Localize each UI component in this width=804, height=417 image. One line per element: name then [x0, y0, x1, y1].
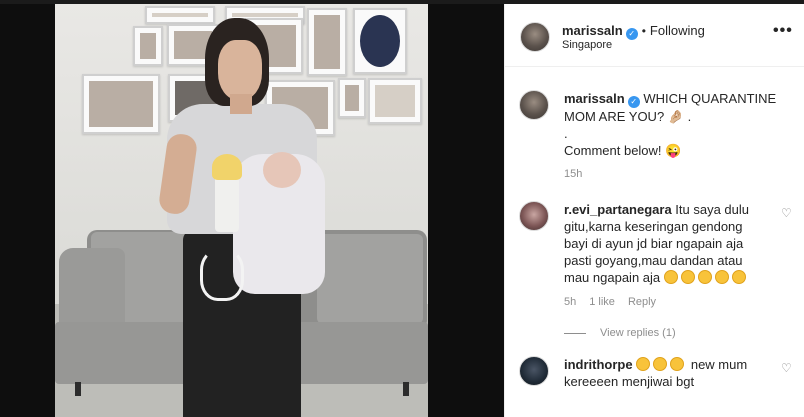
- rofl-emoji-icon: [636, 357, 651, 371]
- post-header: marissaln ✓ • Following Singapore •••: [505, 4, 804, 67]
- author-username[interactable]: marissaln: [562, 23, 623, 38]
- more-options-icon[interactable]: •••: [773, 23, 795, 39]
- wall-photo: [307, 8, 347, 76]
- comment-line: kereeeen menjiwai bgt: [564, 374, 695, 389]
- commenter-avatar[interactable]: [519, 356, 549, 386]
- reply-button[interactable]: Reply: [628, 296, 656, 308]
- view-replies-button[interactable]: View replies (1): [564, 327, 676, 339]
- rofl-emoji-icon: [670, 357, 685, 371]
- rofl-emoji-icon: [653, 357, 668, 371]
- post-video[interactable]: [0, 4, 504, 417]
- post-side-panel: marissaln ✓ • Following Singapore ••• maris…: [504, 4, 804, 417]
- like-heart-icon[interactable]: ♡: [781, 207, 793, 219]
- comment-line: bayi di ayun jd biar ngapain aja: [564, 236, 744, 251]
- baby-head: [263, 152, 301, 188]
- author-avatar[interactable]: [520, 22, 550, 52]
- verified-badge-icon: ✓: [627, 96, 640, 108]
- wall-photo: [353, 8, 407, 74]
- laughing-emoji-icon: [731, 270, 746, 284]
- caption-avatar[interactable]: [519, 90, 549, 120]
- comment-meta: 5h 1 like Reply: [564, 296, 669, 308]
- separator-dot: •: [641, 24, 646, 38]
- comment-line: Itu saya dulu: [671, 202, 750, 217]
- comment-line-with-emoji: mau ngapain aja: [564, 269, 779, 286]
- wall-photo: [338, 78, 366, 118]
- laughing-emoji-icon: [663, 270, 678, 284]
- comment-line: pasti goyang,mau dandan atau: [564, 253, 743, 268]
- sofa-cushion: [317, 234, 423, 324]
- commenter-avatar[interactable]: [519, 201, 549, 231]
- comment-line: gitu,karna keseringan gendong: [564, 219, 743, 234]
- commenter-username[interactable]: indrithorpe: [564, 357, 633, 372]
- comment-time[interactable]: 5h: [564, 296, 576, 308]
- wall-photo: [133, 26, 163, 66]
- sofa-leg: [75, 382, 81, 396]
- person-neck: [230, 94, 252, 114]
- comment-line: new mum: [687, 357, 748, 372]
- laughing-emoji-icon: [714, 270, 729, 284]
- following-button[interactable]: Following: [650, 23, 705, 38]
- comment-likes[interactable]: 1 like: [589, 296, 615, 308]
- caption-line: Comment below! 😜: [564, 143, 682, 158]
- caption-text: marissaln ✓ WHICH QUARANTINE MOM ARE YOU?…: [564, 90, 789, 159]
- video-frame[interactable]: [55, 4, 428, 417]
- replies-divider: [564, 332, 586, 334]
- sofa-leg: [403, 382, 409, 396]
- caption-line: WHICH QUARANTINE: [643, 91, 777, 106]
- caption-line: .: [564, 126, 568, 141]
- caption-timestamp[interactable]: 15h: [564, 168, 582, 180]
- commenter-username[interactable]: r.evi_partanegara: [564, 202, 672, 217]
- laughing-emoji-icon: [697, 270, 712, 284]
- wall-photo: [82, 74, 160, 134]
- post-location[interactable]: Singapore: [562, 39, 612, 51]
- wall-photo: [145, 6, 215, 24]
- caption-line: MOM ARE YOU? 🤌🏼 .: [564, 109, 692, 124]
- caption-username[interactable]: marissaln: [564, 91, 625, 106]
- comment-text: indrithorpe new mum kereeeen menjiwai bg…: [564, 356, 779, 390]
- breast-pump-top: [212, 154, 242, 180]
- author-line: marissaln ✓ • Following: [562, 23, 705, 40]
- view-replies-label[interactable]: View replies (1): [600, 327, 676, 339]
- pump-cord: [200, 249, 244, 301]
- comment-line: mau ngapain aja: [564, 270, 661, 285]
- laughing-emoji-icon: [680, 270, 695, 284]
- verified-badge-icon: ✓: [625, 28, 638, 40]
- person-face: [218, 40, 262, 100]
- comment-text: r.evi_partanegara Itu saya dulu gitu,kar…: [564, 201, 779, 286]
- wall-photo: [368, 78, 422, 124]
- like-heart-icon[interactable]: ♡: [781, 362, 793, 374]
